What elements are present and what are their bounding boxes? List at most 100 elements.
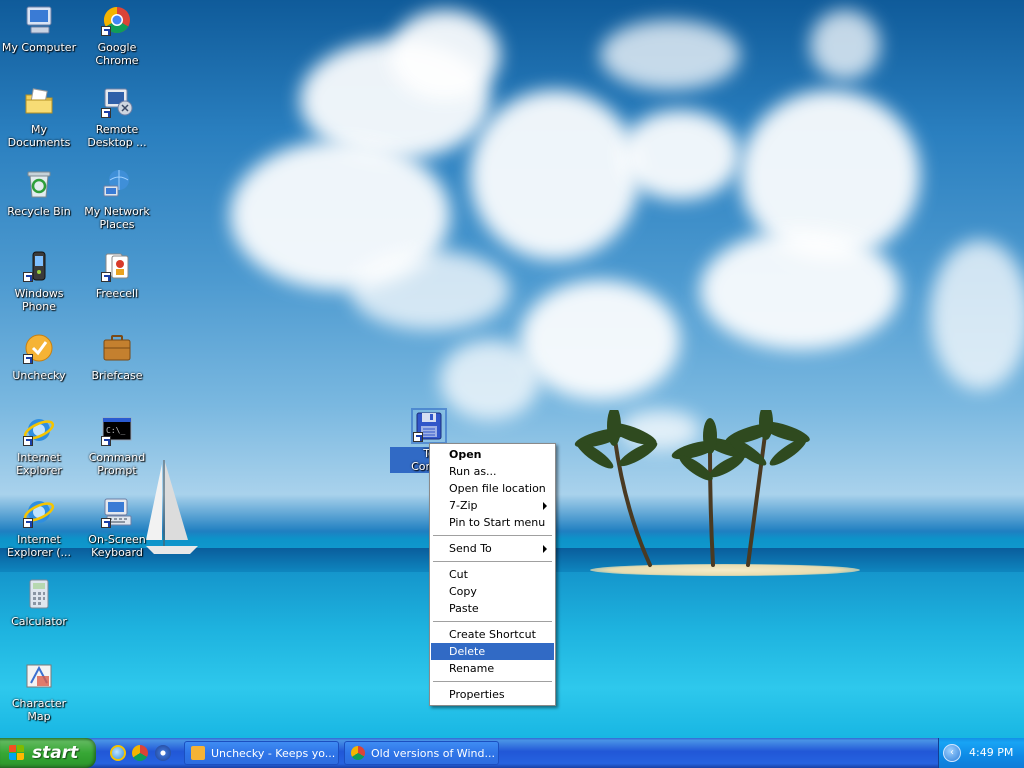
shortcut-arrow-icon <box>101 272 111 282</box>
menu-item-label: Create Shortcut <box>449 628 536 641</box>
wallpaper-cloud <box>700 230 900 350</box>
wallpaper-cloud <box>350 250 510 330</box>
menu-item-paste[interactable]: Paste <box>431 600 554 617</box>
wallpaper-cloud <box>390 10 500 100</box>
submenu-arrow-icon <box>543 545 547 553</box>
chrome-icon[interactable] <box>132 745 148 761</box>
menu-item-delete[interactable]: Delete <box>431 643 554 660</box>
start-label: start <box>32 743 79 763</box>
windows-flag-icon <box>9 745 25 761</box>
ie-icon <box>23 414 55 446</box>
shortcut-arrow-icon <box>413 432 423 442</box>
taskbar-button-label: Old versions of Wind... <box>371 747 495 760</box>
chrome-icon <box>101 4 133 36</box>
desktop-icon-my-documents[interactable]: My Documents <box>0 86 78 164</box>
menu-separator <box>431 677 554 686</box>
menu-item-rename[interactable]: Rename <box>431 660 554 677</box>
menu-item-pin-to-start[interactable]: Pin to Start menu <box>431 514 554 531</box>
remote-desktop-icon <box>101 86 133 118</box>
submenu-arrow-icon <box>543 502 547 510</box>
floppy-disk-icon <box>411 408 447 444</box>
wallpaper-cloud <box>470 90 640 260</box>
taskbar-button-label: Unchecky - Keeps yo... <box>211 747 336 760</box>
palm-trees-graphic <box>574 410 810 567</box>
wallpaper-cloud <box>600 20 740 90</box>
desktop-icon-calculator[interactable]: Calculator <box>0 578 78 656</box>
desktop-icon-windows-phone[interactable]: Windows Phone <box>0 250 78 328</box>
menu-item-7zip[interactable]: 7-Zip <box>431 497 554 514</box>
shortcut-arrow-icon <box>23 354 33 364</box>
media-player-icon[interactable] <box>155 745 171 761</box>
shortcut-arrow-icon <box>101 108 111 118</box>
calculator-icon <box>23 578 55 610</box>
shortcut-arrow-icon <box>23 436 33 446</box>
briefcase-icon <box>101 332 133 364</box>
desktop[interactable]: My Computer My Documents Recycle Bin Win… <box>0 0 1024 738</box>
menu-item-open[interactable]: Open <box>431 446 554 463</box>
chrome-icon <box>351 746 365 760</box>
clock[interactable]: 4:49 PM <box>969 738 1013 768</box>
desktop-icon-google-chrome[interactable]: Google Chrome <box>78 4 156 82</box>
menu-item-send-to[interactable]: Send To <box>431 540 554 557</box>
menu-item-cut[interactable]: Cut <box>431 566 554 583</box>
menu-item-run-as[interactable]: Run as... <box>431 463 554 480</box>
menu-item-label: Copy <box>449 585 477 598</box>
shortcut-arrow-icon <box>101 518 111 528</box>
menu-item-label: Pin to Start menu <box>449 516 546 529</box>
shortcut-arrow-icon <box>101 436 111 446</box>
taskbar-button-unchecky[interactable]: Unchecky - Keeps yo... <box>184 741 339 765</box>
shortcut-arrow-icon <box>101 26 111 36</box>
start-button[interactable]: start <box>0 738 96 768</box>
desktop-icon-internet-explorer[interactable]: Internet Explorer <box>0 414 78 492</box>
system-tray: ‹ 4:49 PM <box>938 738 1024 768</box>
shortcut-arrow-icon <box>23 518 33 528</box>
cmd-icon: C:\_ <box>101 414 133 446</box>
wallpaper-cloud <box>520 280 680 400</box>
cards-icon <box>101 250 133 282</box>
keyboard-icon <box>101 496 133 528</box>
show-hidden-icons-chevron-icon[interactable]: ‹ <box>943 744 961 762</box>
shortcut-arrow-icon <box>23 272 33 282</box>
menu-item-open-file-location[interactable]: Open file location <box>431 480 554 497</box>
menu-item-label: Cut <box>449 568 468 581</box>
wallpaper-cloud <box>930 240 1024 390</box>
svg-text:C:\_: C:\_ <box>106 426 125 435</box>
desktop-icon-my-network-places[interactable]: My Network Places <box>78 168 156 246</box>
menu-separator <box>431 617 554 626</box>
desktop-icon-freecell[interactable]: Freecell <box>78 250 156 328</box>
context-menu: Open Run as... Open file location 7-Zip … <box>429 443 556 706</box>
unchecky-icon <box>23 332 55 364</box>
menu-separator <box>431 557 554 566</box>
menu-item-label: Paste <box>449 602 479 615</box>
folder-icon <box>23 86 55 118</box>
menu-item-copy[interactable]: Copy <box>431 583 554 600</box>
desktop-icon-command-prompt[interactable]: C:\_ Command Prompt <box>78 414 156 492</box>
desktop-icon-internet-explorer-2[interactable]: Internet Explorer (... <box>0 496 78 574</box>
unchecky-icon <box>191 746 205 760</box>
desktop-icon-character-map[interactable]: Character Map <box>0 660 78 738</box>
ie-icon <box>23 496 55 528</box>
phone-icon <box>23 250 55 282</box>
menu-item-create-shortcut[interactable]: Create Shortcut <box>431 626 554 643</box>
menu-item-label: Properties <box>449 688 505 701</box>
desktop-icon-briefcase[interactable]: Briefcase <box>78 332 156 410</box>
desktop-icon-on-screen-keyboard[interactable]: On-Screen Keyboard <box>78 496 156 574</box>
wallpaper-cloud <box>810 10 880 80</box>
internet-explorer-icon[interactable] <box>110 745 126 761</box>
taskbar: start Unchecky - Keeps yo... Old version… <box>0 738 1024 768</box>
menu-item-properties[interactable]: Properties <box>431 686 554 703</box>
wallpaper-cloud <box>440 340 540 420</box>
menu-item-label: Open <box>449 448 482 461</box>
menu-item-label: Rename <box>449 662 495 675</box>
computer-icon <box>23 4 55 36</box>
desktop-icon-unchecky[interactable]: Unchecky <box>0 332 78 410</box>
desktop-icon-my-computer[interactable]: My Computer <box>0 4 78 82</box>
desktop-icon-remote-desktop[interactable]: Remote Desktop ... <box>78 86 156 164</box>
menu-item-label: 7-Zip <box>449 499 478 512</box>
menu-item-label: Delete <box>449 645 486 658</box>
desktop-icon-recycle-bin[interactable]: Recycle Bin <box>0 168 78 246</box>
menu-separator <box>431 531 554 540</box>
taskbar-button-old-versions[interactable]: Old versions of Wind... <box>344 741 499 765</box>
charmap-icon <box>23 660 55 692</box>
menu-item-label: Run as... <box>449 465 497 478</box>
